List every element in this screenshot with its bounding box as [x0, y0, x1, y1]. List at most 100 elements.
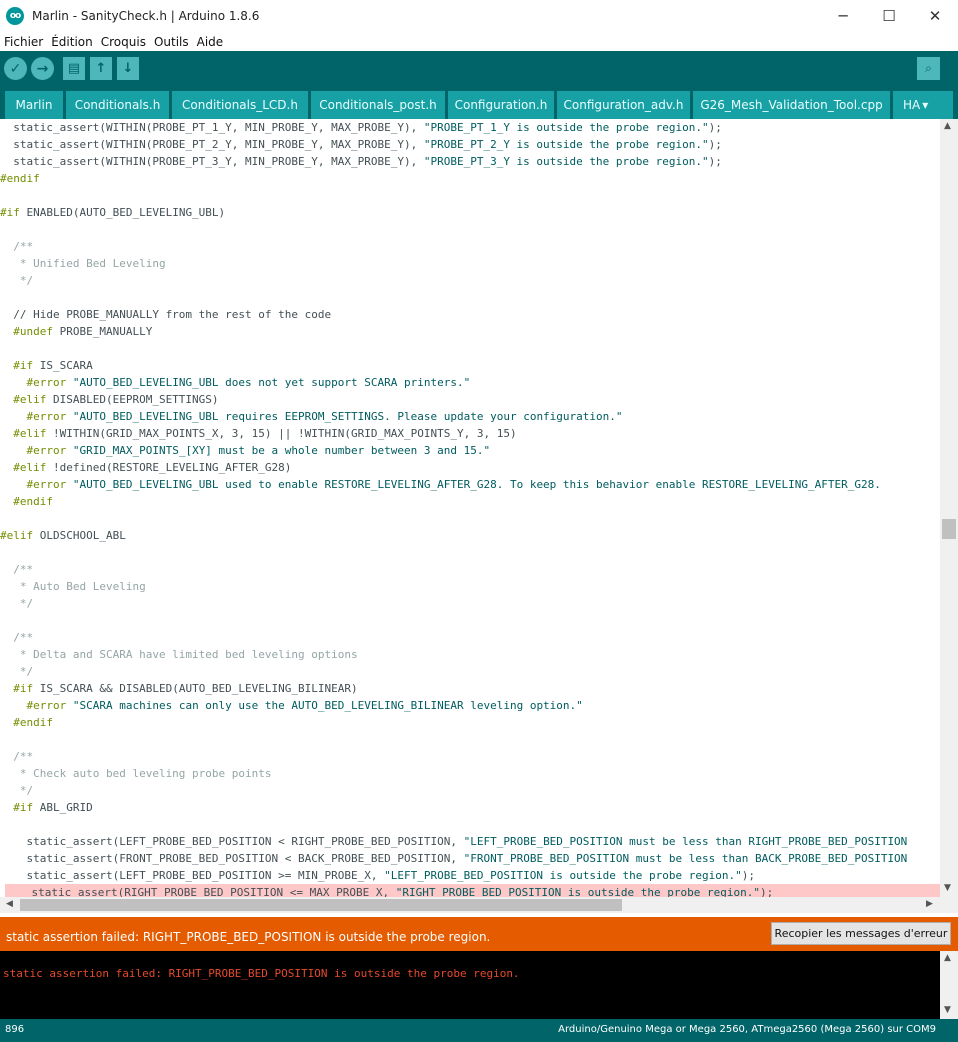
editor-vertical-scrollbar[interactable]: ▲ ▼ — [940, 119, 958, 897]
code-line[interactable]: #elif !WITHIN(GRID_MAX_POINTS_X, 3, 15) … — [0, 425, 940, 442]
upload-button[interactable]: → — [31, 57, 54, 80]
code-editor[interactable]: static_assert(WITHIN(PROBE_PT_1_Y, MIN_P… — [0, 119, 958, 897]
code-line[interactable]: * Unified Bed Leveling — [0, 255, 940, 272]
console-scroll-down-icon[interactable]: ▼ — [944, 1005, 951, 1015]
serial-monitor-button[interactable]: ⌕ — [917, 57, 940, 80]
code-token: "PROBE_PT_3_Y is outside the probe regio… — [423, 155, 709, 168]
code-line[interactable]: static_assert(WITHIN(PROBE_PT_1_Y, MIN_P… — [0, 119, 940, 136]
code-line[interactable]: /** — [0, 561, 940, 578]
code-line[interactable] — [0, 612, 940, 629]
code-line[interactable]: #if IS_SCARA — [0, 357, 940, 374]
menu-croquis[interactable]: Croquis — [97, 35, 150, 49]
code-line[interactable]: */ — [0, 782, 940, 799]
menu-fichier[interactable]: Fichier — [0, 35, 47, 49]
code-line[interactable]: static_assert(WITHIN(PROBE_PT_3_Y, MIN_P… — [0, 153, 940, 170]
code-line[interactable]: #error "AUTO_BED_LEVELING_UBL does not y… — [0, 374, 940, 391]
code-line[interactable]: #endif — [0, 170, 940, 187]
maximize-button[interactable]: ☐ — [866, 0, 912, 32]
tab-conditionals-post[interactable]: Conditionals_post.h — [311, 91, 445, 119]
code-line[interactable] — [0, 289, 940, 306]
tab-g26-mesh-validation[interactable]: G26_Mesh_Validation_Tool.cpp — [693, 91, 890, 119]
code-token: #if — [0, 359, 34, 372]
tab-conditionals[interactable]: Conditionals.h — [66, 91, 169, 119]
open-sketch-button[interactable]: ↑ — [90, 57, 112, 80]
code-line[interactable]: #endif — [0, 714, 940, 731]
new-sketch-button[interactable]: ▤ — [63, 57, 85, 80]
code-token: /** — [0, 563, 34, 576]
code-line[interactable] — [0, 187, 940, 204]
code-line[interactable]: #error "AUTO_BED_LEVELING_UBL requires E… — [0, 408, 940, 425]
code-line[interactable]: * Delta and SCARA have limited bed level… — [0, 646, 940, 663]
tab-menu-icon[interactable]: ▾ — [922, 98, 928, 112]
console-scroll-up-icon[interactable]: ▲ — [944, 953, 951, 963]
code-token: #error — [0, 444, 67, 457]
code-line[interactable]: * Check auto bed leveling probe points — [0, 765, 940, 782]
code-token: * Delta and SCARA have limited bed level… — [0, 648, 358, 661]
code-line[interactable] — [0, 510, 940, 527]
code-line[interactable]: #if IS_SCARA && DISABLED(AUTO_BED_LEVELI… — [0, 680, 940, 697]
save-sketch-button[interactable]: ↓ — [117, 57, 139, 80]
code-line[interactable]: static_assert(LEFT_PROBE_BED_POSITION >=… — [0, 867, 940, 884]
code-line[interactable]: #if ENABLED(AUTO_BED_LEVELING_UBL) — [0, 204, 940, 221]
tab-ha-label: HA — [903, 98, 921, 112]
code-token: #error — [0, 699, 67, 712]
tab-conditionals-lcd[interactable]: Conditionals_LCD.h — [172, 91, 308, 119]
code-line[interactable]: static_assert(FRONT_PROBE_BED_POSITION <… — [0, 850, 940, 867]
code-line[interactable] — [0, 544, 940, 561]
code-line[interactable]: */ — [0, 663, 940, 680]
code-line[interactable] — [0, 340, 940, 357]
verify-button[interactable]: ✓ — [4, 57, 27, 80]
code-line[interactable]: #elif !defined(RESTORE_LEVELING_AFTER_G2… — [0, 459, 940, 476]
minimize-button[interactable]: ─ — [820, 0, 866, 32]
toolbar: ✓ → ▤ ↑ ↓ ⌕ — [0, 51, 958, 86]
editor-horizontal-scroll-thumb[interactable] — [20, 899, 622, 911]
code-line[interactable]: #undef PROBE_MANUALLY — [0, 323, 940, 340]
code-line[interactable]: #endif — [0, 493, 940, 510]
code-line[interactable]: /** — [0, 748, 940, 765]
code-token: #error — [0, 410, 67, 423]
code-line[interactable]: static_assert(LEFT_PROBE_BED_POSITION < … — [0, 833, 940, 850]
copy-error-messages-button[interactable]: Recopier les messages d'erreur — [771, 922, 951, 945]
editor-horizontal-scrollbar[interactable]: ◀ ▶ — [0, 897, 958, 913]
title-bar: oo Marlin - SanityCheck.h | Arduino 1.8.… — [0, 0, 958, 32]
code-line[interactable]: /** — [0, 629, 940, 646]
scroll-right-icon[interactable]: ▶ — [926, 899, 933, 909]
code-token: ); — [759, 886, 774, 897]
tab-marlin[interactable]: Marlin — [5, 91, 63, 119]
error-code-line[interactable]: static_assert(RIGHT_PROBE_BED_POSITION <… — [5, 884, 940, 897]
code-token: #if — [0, 682, 34, 695]
code-line[interactable]: #error "GRID_MAX_POINTS_[XY] must be a w… — [0, 442, 940, 459]
code-token: /** — [0, 750, 34, 763]
code-line[interactable]: #if ABL_GRID — [0, 799, 940, 816]
code-line[interactable]: // Hide PROBE_MANUALLY from the rest of … — [0, 306, 940, 323]
code-line[interactable]: /** — [0, 238, 940, 255]
code-token: */ — [0, 274, 34, 287]
console-scrollbar[interactable]: ▲ ▼ — [940, 951, 958, 1019]
tab-configuration[interactable]: Configuration.h — [448, 91, 554, 119]
code-token: #elif — [0, 529, 34, 542]
code-line[interactable]: #elif DISABLED(EEPROM_SETTINGS) — [0, 391, 940, 408]
tab-ha[interactable]: HA ▾ — [893, 91, 953, 119]
menu-aide[interactable]: Aide — [193, 35, 228, 49]
code-line[interactable]: #error "SCARA machines can only use the … — [0, 697, 940, 714]
code-line[interactable]: #elif OLDSCHOOL_ABL — [0, 527, 940, 544]
code-line[interactable]: * Auto Bed Leveling — [0, 578, 940, 595]
code-line[interactable]: */ — [0, 595, 940, 612]
code-line[interactable]: */ — [0, 272, 940, 289]
code-line[interactable]: static_assert(WITHIN(PROBE_PT_2_Y, MIN_P… — [0, 136, 940, 153]
scroll-up-icon[interactable]: ▲ — [944, 121, 951, 131]
tab-configuration-adv[interactable]: Configuration_adv.h — [557, 91, 690, 119]
code-token: "AUTO_BED_LEVELING_UBL requires EEPROM_S… — [72, 410, 623, 423]
code-line[interactable] — [0, 816, 940, 833]
menu-edition[interactable]: Édition — [47, 35, 97, 49]
scroll-down-icon[interactable]: ▼ — [944, 883, 951, 893]
code-line[interactable] — [0, 221, 940, 238]
code-token: * Auto Bed Leveling — [0, 580, 146, 593]
menu-outils[interactable]: Outils — [150, 35, 193, 49]
code-line[interactable] — [0, 731, 940, 748]
editor-vertical-scroll-thumb[interactable] — [942, 519, 956, 539]
close-button[interactable]: ✕ — [912, 0, 958, 32]
scroll-left-icon[interactable]: ◀ — [6, 899, 13, 909]
code-line[interactable]: #error "AUTO_BED_LEVELING_UBL used to en… — [0, 476, 940, 493]
